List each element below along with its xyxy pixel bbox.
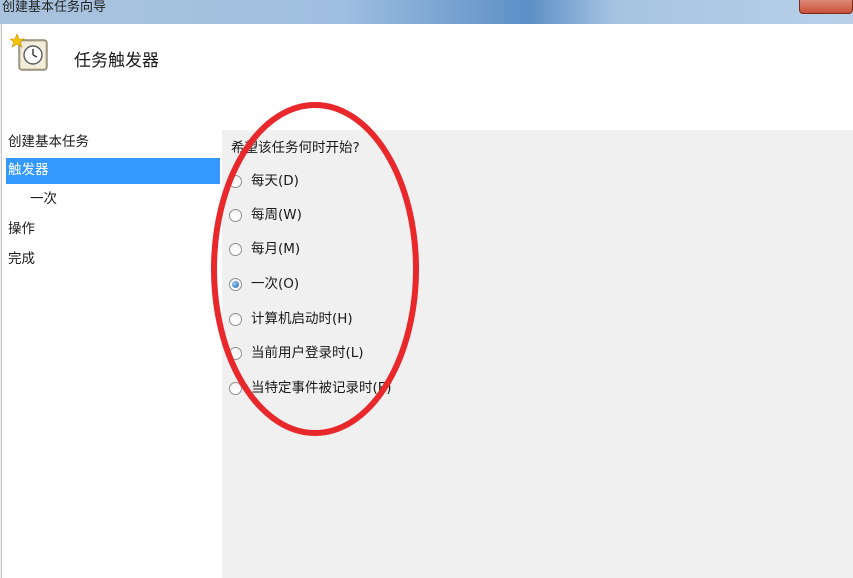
wizard-header: 任务触发器 [1, 24, 853, 130]
step-label: 创建基本任务 [8, 134, 89, 150]
wizard-steps-sidebar: 创建基本任务 触发器 一次 操作 完成 [1, 130, 222, 578]
radio-button[interactable] [229, 313, 242, 326]
step-create-basic-task[interactable]: 创建基本任务 [6, 130, 220, 156]
radio-button[interactable] [229, 382, 242, 395]
option-label: 每周(W) [251, 207, 302, 223]
option-label: 当特定事件被记录时(E) [251, 380, 392, 396]
step-once[interactable]: 一次 [28, 187, 220, 213]
radio-button-checked[interactable] [229, 278, 242, 291]
option-label: 计算机启动时(H) [251, 311, 353, 327]
option-label: 每月(M) [251, 241, 301, 257]
step-action[interactable]: 操作 [6, 217, 220, 243]
clock-task-icon [10, 33, 48, 71]
radio-button[interactable] [229, 209, 242, 222]
option-label: 每天(D) [251, 173, 299, 189]
option-label: 一次(O) [251, 276, 300, 292]
trigger-options-panel: 希望该任务何时开始? 每天(D) 每周(W) 每月(M) 一次(O) 计算机启动… [221, 130, 853, 578]
step-finish[interactable]: 完成 [6, 247, 220, 273]
step-label: 触发器 [8, 162, 49, 178]
title-bar[interactable]: 创建基本任务向导 [0, 0, 853, 24]
window-title: 创建基本任务向导 [2, 0, 107, 15]
page-title: 任务触发器 [74, 51, 159, 71]
radio-button[interactable] [229, 175, 242, 188]
step-trigger[interactable]: 触发器 [6, 158, 220, 184]
step-label: 一次 [30, 191, 57, 207]
close-button[interactable] [799, 0, 853, 14]
radio-button[interactable] [229, 347, 242, 360]
step-label: 完成 [8, 251, 35, 267]
option-label: 当前用户登录时(L) [251, 345, 364, 361]
radio-button[interactable] [229, 243, 242, 256]
question-label: 希望该任务何时开始? [231, 140, 360, 156]
step-label: 操作 [8, 221, 35, 237]
